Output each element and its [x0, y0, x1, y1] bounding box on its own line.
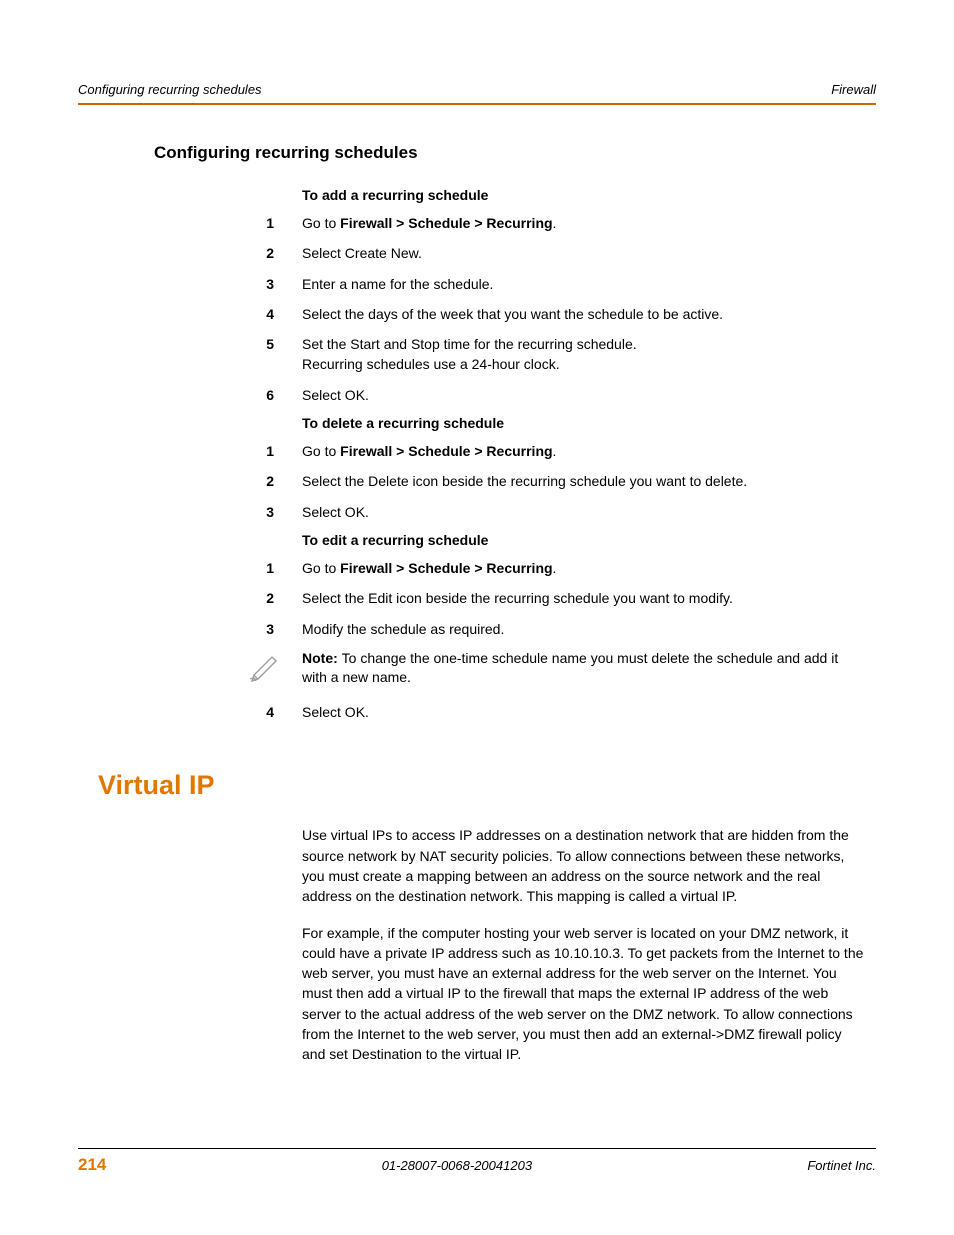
paragraph: For example, if the computer hosting you…: [302, 923, 866, 1065]
step-number: 1: [78, 441, 302, 461]
running-header: Configuring recurring schedules Firewall: [78, 82, 876, 97]
step-row: 2 Select the Delete icon beside the recu…: [78, 471, 876, 491]
header-rule: [78, 103, 876, 105]
step-row: 1 Go to Firewall > Schedule > Recurring.: [78, 213, 876, 233]
step-text: Modify the schedule as required.: [302, 619, 876, 639]
subhead-delete: To delete a recurring schedule: [302, 415, 876, 431]
step-number: 6: [78, 385, 302, 405]
step-row: 2 Select Create New.: [78, 243, 876, 263]
step-row: 4 Select OK.: [78, 702, 876, 722]
step-row: 3 Modify the schedule as required.: [78, 619, 876, 639]
step-row: 3 Enter a name for the schedule.: [78, 274, 876, 294]
paragraph: Use virtual IPs to access IP addresses o…: [302, 825, 866, 906]
step-row: 4 Select the days of the week that you w…: [78, 304, 876, 324]
step-row: 5 Set the Start and Stop time for the re…: [78, 334, 876, 375]
note-row: Note: To change the one-time schedule na…: [78, 649, 876, 688]
subhead-edit: To edit a recurring schedule: [302, 532, 876, 548]
step-number: 3: [78, 502, 302, 522]
step-number: 3: [78, 619, 302, 639]
chapter-title: Virtual IP: [98, 770, 876, 801]
page-number: 214: [78, 1155, 106, 1175]
step-row: 2 Select the Edit icon beside the recurr…: [78, 588, 876, 608]
step-number: 2: [78, 243, 302, 263]
step-number: 2: [78, 588, 302, 608]
step-number: 4: [78, 702, 302, 722]
footer-docid: 01-28007-0068-20041203: [382, 1158, 532, 1173]
section-title: Configuring recurring schedules: [154, 143, 876, 163]
step-text: Select the Delete icon beside the recurr…: [302, 471, 876, 491]
step-text: Select OK.: [302, 502, 876, 522]
step-row: 3 Select OK.: [78, 502, 876, 522]
step-text: Select the Edit icon beside the recurrin…: [302, 588, 876, 608]
step-text: Go to Firewall > Schedule > Recurring.: [302, 558, 876, 578]
step-number: 4: [78, 304, 302, 324]
step-text: Set the Start and Stop time for the recu…: [302, 334, 876, 375]
step-number: 1: [78, 558, 302, 578]
step-text: Select the days of the week that you wan…: [302, 304, 876, 324]
step-text: Select Create New.: [302, 243, 876, 263]
step-number: 3: [78, 274, 302, 294]
step-row: 1 Go to Firewall > Schedule > Recurring.: [78, 441, 876, 461]
step-number: 1: [78, 213, 302, 233]
note-text: Note: To change the one-time schedule na…: [302, 649, 876, 688]
note-icon-cell: [78, 649, 302, 688]
subhead-add: To add a recurring schedule: [302, 187, 876, 203]
header-right: Firewall: [831, 82, 876, 97]
step-text: Select OK.: [302, 702, 876, 722]
footer-rule: [78, 1148, 876, 1149]
step-number: 2: [78, 471, 302, 491]
header-left: Configuring recurring schedules: [78, 82, 262, 97]
step-text: Enter a name for the schedule.: [302, 274, 876, 294]
footer-company: Fortinet Inc.: [807, 1158, 876, 1173]
step-text: Select OK.: [302, 385, 876, 405]
step-number: 5: [78, 334, 302, 375]
footer: 214 01-28007-0068-20041203 Fortinet Inc.: [78, 1148, 876, 1175]
pencil-note-icon: [248, 649, 282, 683]
step-text: Go to Firewall > Schedule > Recurring.: [302, 441, 876, 461]
step-text: Go to Firewall > Schedule > Recurring.: [302, 213, 876, 233]
step-row: 6 Select OK.: [78, 385, 876, 405]
step-row: 1 Go to Firewall > Schedule > Recurring.: [78, 558, 876, 578]
